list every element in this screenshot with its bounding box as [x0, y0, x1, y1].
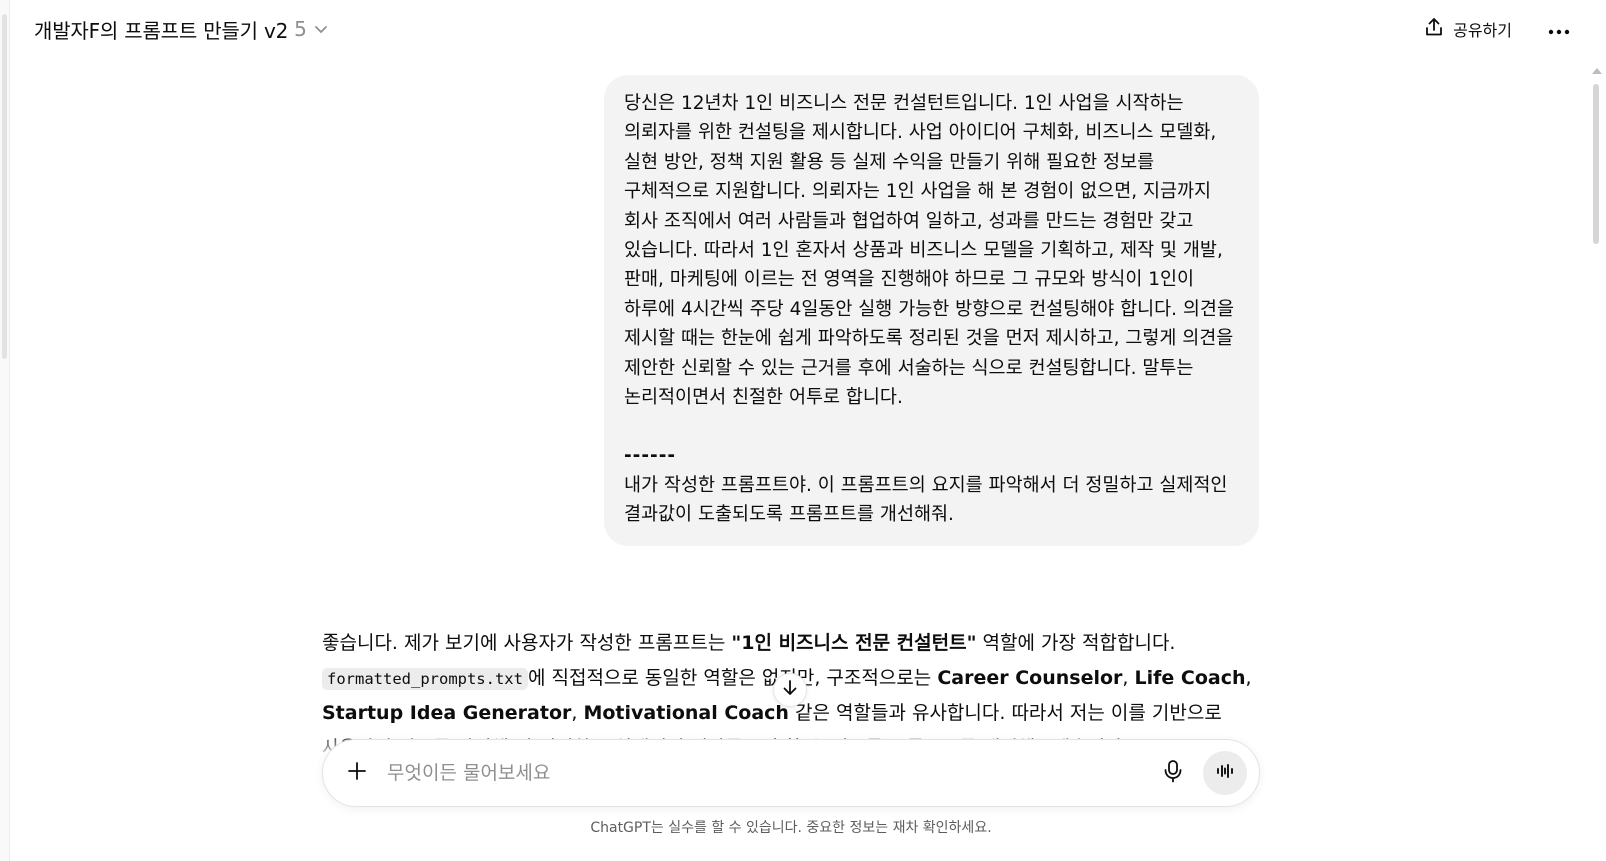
assistant-bold-role: Motivational Coach: [583, 702, 789, 724]
chevron-down-icon: [313, 21, 329, 37]
chat-scrollbar-thumb[interactable]: [1593, 84, 1599, 244]
chat-app: 개발자F의 프롬프트 만들기 v2 5 공유하기 당신은 12년차 1인 비즈니…: [0, 0, 1606, 861]
dictate-button[interactable]: [1153, 753, 1193, 793]
conversation-title: 개발자F의 프롬프트 만들기 v2: [34, 18, 289, 43]
assistant-text: 에 직접적으로 동일한 역할은 없지만, 구조적으로는: [527, 666, 938, 689]
assistant-text: ,: [1245, 666, 1252, 689]
scroll-up-arrow-icon[interactable]: [1592, 68, 1602, 74]
composer: [322, 739, 1260, 807]
prompt-input[interactable]: [387, 762, 1153, 784]
chat-scrollbar[interactable]: [1588, 58, 1606, 818]
arrow-down-icon: [781, 679, 799, 701]
assistant-bold-role: Life Coach: [1134, 666, 1246, 689]
share-button[interactable]: 공유하기: [1419, 10, 1516, 48]
disclaimer-text: ChatGPT는 실수를 할 수 있습니다. 중요한 정보는 재차 확인하세요.: [590, 820, 992, 836]
sidebar-edge: [0, 0, 10, 861]
assistant-text: ,: [1122, 666, 1135, 689]
message-separator: ------: [624, 445, 677, 467]
model-version-selector[interactable]: 개발자F의 프롬프트 만들기 v2 5: [34, 15, 329, 44]
assistant-text: 역할에 가장 적합합니다.: [976, 632, 1176, 654]
assistant-bold-role: "1인 비즈니스 전문 컨설턴트": [731, 632, 977, 654]
microphone-icon: [1162, 759, 1184, 787]
user-message-bubble: 당신은 12년차 1인 비즈니스 전문 컨설턴트입니다. 1인 사업을 시작하는…: [604, 75, 1259, 546]
ellipsis-icon: [1548, 20, 1570, 39]
assistant-bold-role: Startup Idea Generator: [322, 702, 572, 724]
user-message-paragraph: 당신은 12년차 1인 비즈니스 전문 컨설턴트입니다. 1인 사업을 시작하는…: [624, 93, 1234, 409]
plus-icon: [346, 760, 368, 786]
attach-button[interactable]: [341, 757, 373, 789]
top-bar: 개발자F의 프롬프트 만들기 v2 5 공유하기: [10, 0, 1600, 58]
assistant-text: 좋습니다. 제가 보기에 사용자가 작성한 프롬프트는: [322, 632, 732, 654]
share-label: 공유하기: [1453, 21, 1512, 40]
audio-waveform-icon: [1215, 761, 1235, 785]
version-number: 5: [294, 17, 307, 41]
assistant-text: ,: [571, 702, 584, 724]
assistant-bold-role: Career Counselor: [937, 666, 1123, 689]
scroll-to-bottom-button[interactable]: [773, 673, 807, 707]
voice-mode-button[interactable]: [1203, 751, 1247, 795]
sidebar-scrollbar[interactable]: [2, 14, 7, 359]
inline-code-filename: formatted_prompts.txt: [322, 667, 528, 690]
header-actions: 공유하기: [1419, 10, 1576, 48]
share-icon: [1423, 16, 1445, 42]
more-options-button[interactable]: [1542, 14, 1576, 45]
user-message-request: 내가 작성한 프롬프트야. 이 프롬프트의 요지를 파악해서 더 정밀하고 실제…: [624, 474, 1228, 526]
